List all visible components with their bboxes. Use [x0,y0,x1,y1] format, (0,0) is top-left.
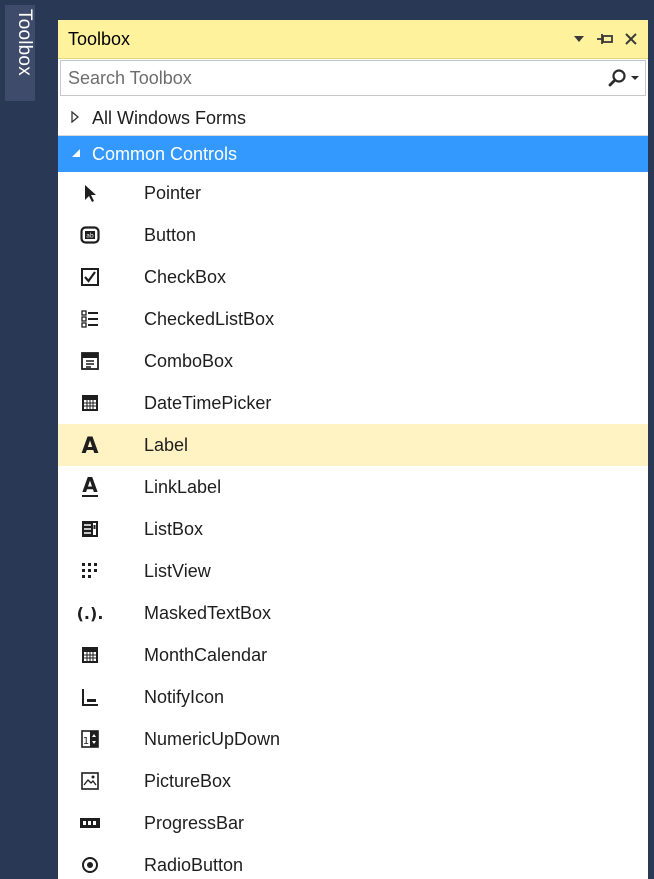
toolbox-list: All Windows Forms Common Controls Pointe… [58,102,648,879]
toolbox-item-notifyicon[interactable]: NotifyIcon [58,676,648,718]
checkbox-icon [76,263,104,291]
progressbar-icon [76,809,104,837]
toolbox-item-maskedtextbox[interactable]: (.). MaskedTextBox [58,592,648,634]
pointer-icon [76,179,104,207]
collapse-arrow-icon [70,147,84,162]
toolbox-item-checkbox[interactable]: CheckBox [58,256,648,298]
button-icon: ab [76,221,104,249]
item-label: ListBox [144,518,204,539]
numericupdown-icon: 1 [76,725,104,753]
toolbox-item-combobox[interactable]: ComboBox [58,340,648,382]
label-icon: A [76,431,104,459]
panel-title-bar: Toolbox [58,20,648,59]
toolbox-item-radiobutton[interactable]: RadioButton [58,844,648,879]
panel-title: Toolbox [68,28,131,49]
item-label: MaskedTextBox [144,602,272,623]
combobox-icon [76,347,104,375]
picturebox-icon [76,767,104,795]
chevron-down-icon [631,76,639,80]
toolbox-item-checkedlistbox[interactable]: CheckedListBox [58,298,648,340]
svg-text:1: 1 [83,736,89,747]
search-options-button[interactable] [608,68,639,88]
toolbox-item-label[interactable]: A Label [58,424,648,466]
item-label: ListView [144,560,211,581]
svg-text:A: A [81,434,98,456]
listview-icon [76,557,104,585]
toolbox-item-monthcalendar[interactable]: MonthCalendar [58,634,648,676]
toolbox-item-listview[interactable]: ListView [58,550,648,592]
close-icon [625,33,637,45]
item-label: MonthCalendar [144,644,268,665]
item-label: DateTimePicker [144,392,272,413]
item-label: Pointer [144,182,202,203]
group-label: All Windows Forms [92,108,247,128]
group-label: Common Controls [92,143,238,164]
search-icon [608,69,626,87]
radiobutton-icon [76,851,104,879]
toolbox-item-button[interactable]: ab Button [58,214,648,256]
svg-text:A: A [82,475,98,497]
item-label: ProgressBar [144,812,245,833]
datetimepicker-icon [76,389,104,417]
item-label: NumericUpDown [144,728,281,749]
checkedlistbox-icon [76,305,104,333]
toolbox-side-tab-label: Toolbox [14,9,35,76]
monthcalendar-icon [76,641,104,669]
item-label: LinkLabel [144,476,222,497]
pin-icon [597,34,613,44]
group-all-windows-forms[interactable]: All Windows Forms [58,102,648,136]
svg-text:ab: ab [86,233,94,240]
item-label: RadioButton [144,854,244,875]
item-label: CheckedListBox [144,308,275,329]
toolbox-item-linklabel[interactable]: A LinkLabel [58,466,648,508]
item-label: CheckBox [144,266,227,287]
toolbox-panel: Toolbox Search Toolbox All Windows Forms… [58,20,648,879]
close-button[interactable] [618,24,644,54]
search-input[interactable] [66,62,608,94]
side-tab-strip: Toolbox [0,0,46,879]
expand-arrow-icon [70,110,84,126]
item-label: ComboBox [144,350,234,371]
window-position-dropdown-button[interactable] [566,24,592,54]
auto-hide-pin-button[interactable] [592,24,618,54]
maskedtextbox-icon: (.). [76,603,104,623]
group-common-controls[interactable]: Common Controls [58,136,648,172]
linklabel-icon: A [76,473,104,501]
toolbox-item-listbox[interactable]: ListBox [58,508,648,550]
chevron-down-icon [574,36,584,42]
listbox-icon [76,515,104,543]
toolbox-item-picturebox[interactable]: PictureBox [58,760,648,802]
notifyicon-icon [76,683,104,711]
toolbox-item-numericupdown[interactable]: 1 NumericUpDown [58,718,648,760]
item-label: PictureBox [144,770,232,791]
toolbox-side-tab[interactable]: Toolbox [5,5,35,101]
toolbox-item-pointer[interactable]: Pointer [58,172,648,214]
toolbox-item-datetimepicker[interactable]: DateTimePicker [58,382,648,424]
toolbox-item-progressbar[interactable]: ProgressBar [58,802,648,844]
item-label: NotifyIcon [144,686,225,707]
item-label: Label [144,434,189,455]
search-box [60,60,646,96]
item-label: Button [144,224,197,245]
